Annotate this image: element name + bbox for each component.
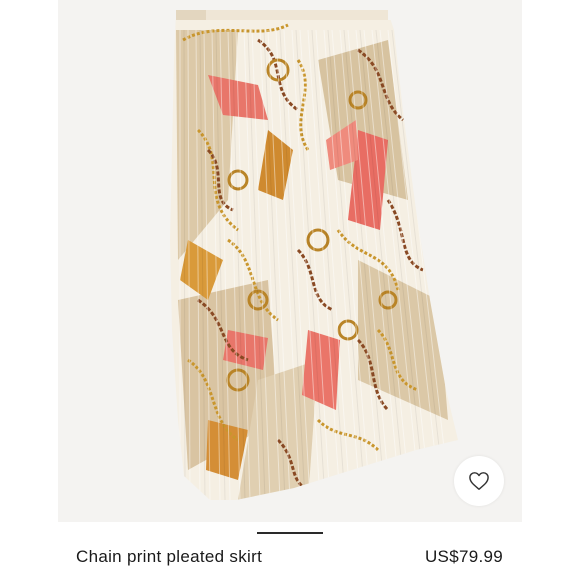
- product-price: US$79.99: [424, 547, 503, 566]
- product-image[interactable]: [58, 0, 522, 522]
- gallery-pager-indicator: [257, 532, 323, 534]
- product-title[interactable]: Chain print pleated skirt: [76, 547, 262, 567]
- skirt-illustration: [170, 10, 458, 500]
- skirt-body: [170, 20, 458, 500]
- favorite-button[interactable]: [454, 456, 504, 506]
- heart-outline-icon: [469, 472, 489, 490]
